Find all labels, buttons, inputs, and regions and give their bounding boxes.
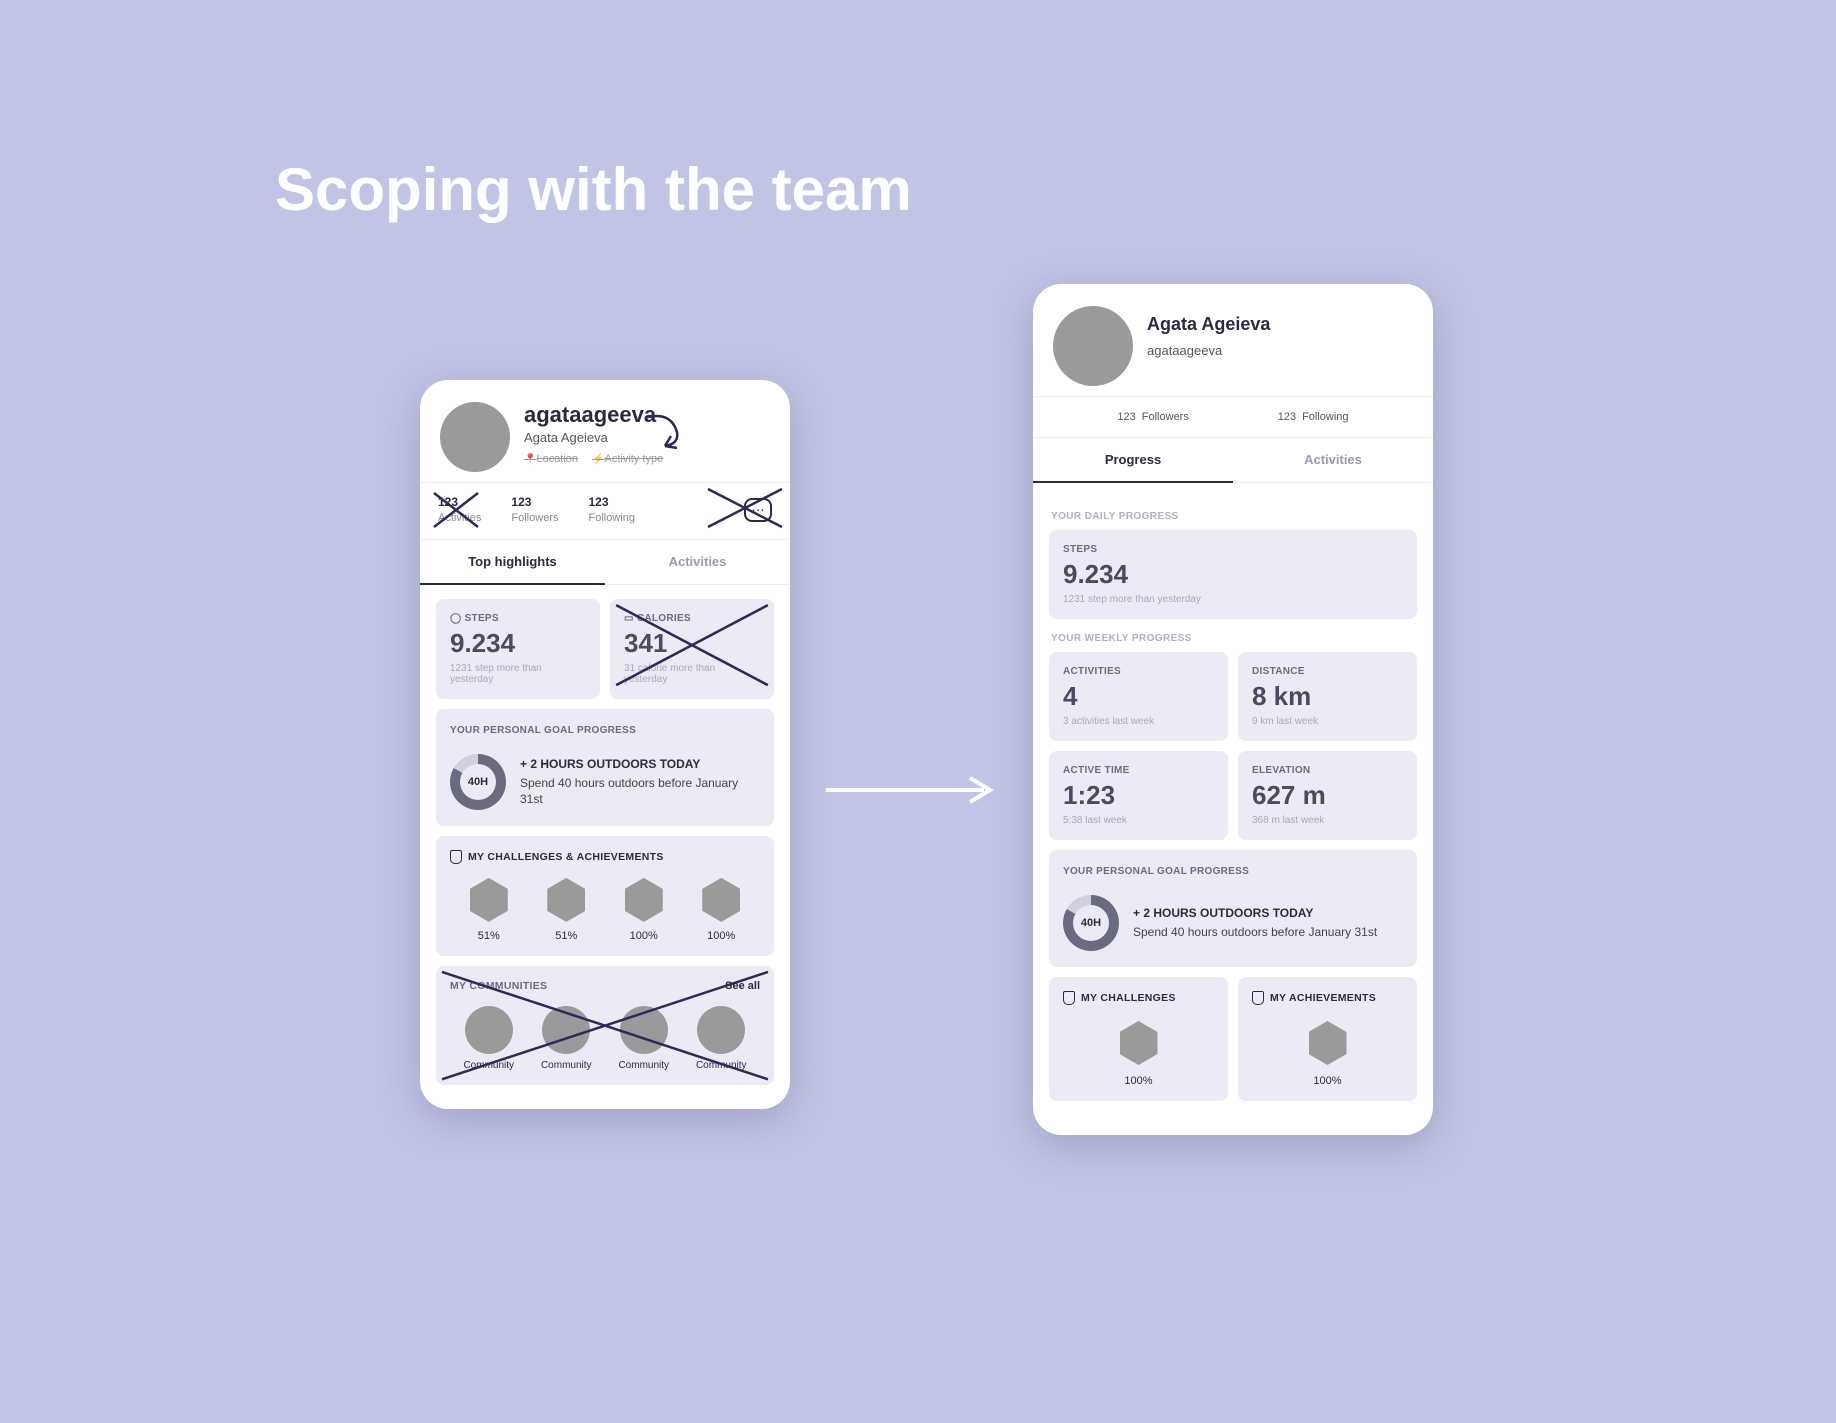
hex-badge-icon	[625, 878, 663, 922]
location-chip: Location	[524, 453, 578, 465]
challenge-item: 100%	[702, 878, 740, 942]
tab-activities[interactable]: Activities	[1233, 438, 1433, 483]
community-item[interactable]: Community	[463, 1006, 514, 1071]
activity-type-chip: Activity type	[592, 453, 663, 465]
steps-card: ◯ STEPS 9.234 1231 step more than yester…	[436, 599, 600, 699]
profile-handle: agataageeva	[1147, 343, 1270, 358]
community-avatar-icon	[542, 1006, 590, 1054]
challenge-item: 51%	[547, 878, 585, 942]
community-avatar-icon	[620, 1006, 668, 1054]
tab-highlights[interactable]: Top highlights	[420, 540, 605, 585]
profile-name: Agata Ageieva	[1147, 314, 1270, 335]
calories-icon: ▭	[624, 613, 637, 624]
tab-activities[interactable]: Activities	[605, 540, 790, 585]
see-all-link[interactable]: See all	[725, 980, 760, 992]
wireframe-before: agataageeva Agata Ageieva Location Activ…	[420, 380, 790, 1109]
hex-badge-icon	[470, 878, 508, 922]
avatar	[440, 402, 510, 472]
goal-card: YOUR PERSONAL GOAL PROGRESS 40H + 2 HOUR…	[436, 709, 774, 826]
profile-header: Agata Ageieva agataageeva	[1033, 284, 1433, 397]
community-item[interactable]: Community	[618, 1006, 669, 1071]
hex-badge-icon	[702, 878, 740, 922]
daily-section-label: YOUR DAILY PROGRESS	[1051, 511, 1415, 522]
hex-badge-icon	[1120, 1021, 1158, 1065]
stat-followers: 123 Followers	[1117, 411, 1188, 423]
goal-ring-icon: 40H	[1063, 895, 1119, 951]
shield-icon	[450, 850, 462, 864]
communities-card: MY COMMUNITIES See all Community Communi…	[436, 966, 774, 1085]
shield-icon	[1252, 991, 1264, 1005]
community-avatar-icon	[697, 1006, 745, 1054]
stat-following: 123 Following	[588, 495, 634, 525]
stat-activities: 123 Activities	[438, 495, 481, 525]
challenges-card: MY CHALLENGES 100%	[1049, 977, 1228, 1101]
challenge-item: 100%	[625, 878, 663, 942]
steps-card: STEPS 9.234 1231 step more than yesterda…	[1049, 530, 1417, 619]
hex-badge-icon	[547, 878, 585, 922]
stats-row: 123 Followers 123 Following	[1033, 397, 1433, 438]
avatar	[1053, 306, 1133, 386]
stat-followers: 123 Followers	[511, 495, 558, 525]
profile-header: agataageeva Agata Ageieva Location Activ…	[420, 380, 790, 483]
steps-icon: ◯	[450, 613, 465, 624]
shield-icon	[1063, 991, 1075, 1005]
tabs-row: Top highlights Activities	[420, 540, 790, 585]
challenge-item: 51%	[470, 878, 508, 942]
community-item[interactable]: Community	[541, 1006, 592, 1071]
community-item[interactable]: Community	[696, 1006, 747, 1071]
tab-progress[interactable]: Progress	[1033, 438, 1233, 483]
calories-card: ▭ CALORIES 341 31 calorie more than yest…	[610, 599, 774, 699]
profile-meta-row: Location Activity type	[524, 453, 663, 465]
community-avatar-icon	[465, 1006, 513, 1054]
challenges-card: MY CHALLENGES & ACHIEVEMENTS 51% 51% 100…	[436, 836, 774, 956]
tabs-row: Progress Activities	[1033, 438, 1433, 483]
goal-ring-icon: 40H	[450, 754, 506, 810]
stat-following: 123 Following	[1278, 411, 1349, 423]
page-title: Scoping with the team	[275, 155, 912, 224]
stats-row: 123 Activities 123 Followers 123 Followi…	[420, 483, 790, 540]
weekly-section-label: YOUR WEEKLY PROGRESS	[1051, 633, 1415, 644]
transition-arrow-icon	[820, 770, 1000, 810]
activities-card: ACTIVITIES 4 3 activities last week	[1049, 652, 1228, 741]
hex-badge-icon	[1309, 1021, 1347, 1065]
active-time-card: ACTIVE TIME 1:23 5:38 last week	[1049, 751, 1228, 840]
swap-arrow-annotation	[643, 414, 683, 450]
achievements-card: MY ACHIEVEMENTS 100%	[1238, 977, 1417, 1101]
chat-icon[interactable]	[744, 498, 772, 522]
wireframe-after: Agata Ageieva agataageeva 123 Followers …	[1033, 284, 1433, 1135]
goal-card: YOUR PERSONAL GOAL PROGRESS 40H + 2 HOUR…	[1049, 850, 1417, 967]
elevation-card: ELEVATION 627 m 368 m last week	[1238, 751, 1417, 840]
distance-card: DISTANCE 8 km 9 km last week	[1238, 652, 1417, 741]
